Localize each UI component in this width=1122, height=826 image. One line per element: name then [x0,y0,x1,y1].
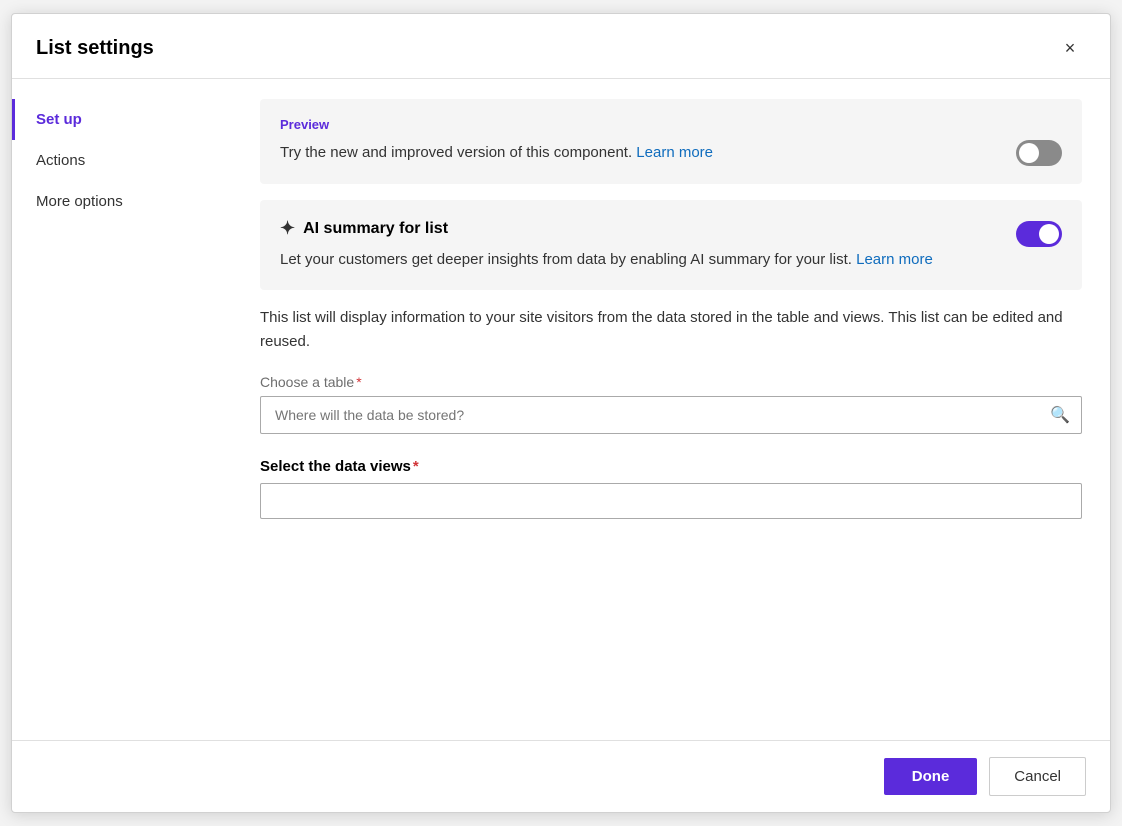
ai-card-header-row: ✦ AI summary for list [280,218,1062,249]
dialog-title: List settings [36,37,154,60]
preview-text: Try the new and improved version of this… [280,142,713,165]
ai-toggle-wrapper[interactable] [1016,221,1062,247]
ai-card-description: Let your customers get deeper insights f… [280,249,1062,272]
close-button[interactable]: × [1054,32,1086,64]
select-views-input[interactable] [260,483,1082,519]
ai-sparkle-icon: ✦ [280,218,295,239]
ai-toggle-slider [1016,221,1062,247]
ai-summary-card: ✦ AI summary for list Let your customers… [260,200,1082,290]
list-description: This list will display information to yo… [260,306,1082,354]
done-button[interactable]: Done [884,758,978,795]
preview-toggle-wrapper[interactable] [1016,140,1062,166]
dialog-footer: Done Cancel [12,740,1110,812]
dialog-header: List settings × [12,14,1110,79]
dialog-body: Set up Actions More options Preview Try … [12,79,1110,740]
dialog-overlay: List settings × Set up Actions More opti… [0,0,1122,826]
choose-table-input[interactable] [260,396,1082,434]
preview-toggle[interactable] [1016,140,1062,166]
sidebar-item-setup[interactable]: Set up [12,99,232,140]
select-views-label: Select the data views* [260,458,1082,475]
preview-toggle-slider [1016,140,1062,166]
sidebar: Set up Actions More options [12,79,232,740]
sidebar-item-setup-label: Set up [36,111,82,128]
ai-learn-more-link[interactable]: Learn more [856,251,933,268]
ai-card-title-text: AI summary for list [303,220,448,238]
sidebar-item-more-options-label: More options [36,193,123,210]
cancel-button[interactable]: Cancel [989,757,1086,796]
preview-card: Preview Try the new and improved version… [260,99,1082,184]
ai-card-title-row: ✦ AI summary for list [280,218,448,239]
choose-table-label: Choose a table* [260,374,1082,390]
ai-toggle[interactable] [1016,221,1062,247]
list-settings-dialog: List settings × Set up Actions More opti… [11,13,1111,813]
choose-table-wrapper: 🔍 [260,396,1082,434]
sidebar-item-more-options[interactable]: More options [12,181,232,222]
main-content: Preview Try the new and improved version… [232,79,1110,740]
table-search-icon: 🔍 [1050,405,1070,425]
preview-label: Preview [280,117,1062,132]
preview-card-row: Try the new and improved version of this… [280,140,1062,166]
sidebar-item-actions[interactable]: Actions [12,140,232,181]
sidebar-item-actions-label: Actions [36,152,85,169]
preview-learn-more-link[interactable]: Learn more [636,144,713,161]
